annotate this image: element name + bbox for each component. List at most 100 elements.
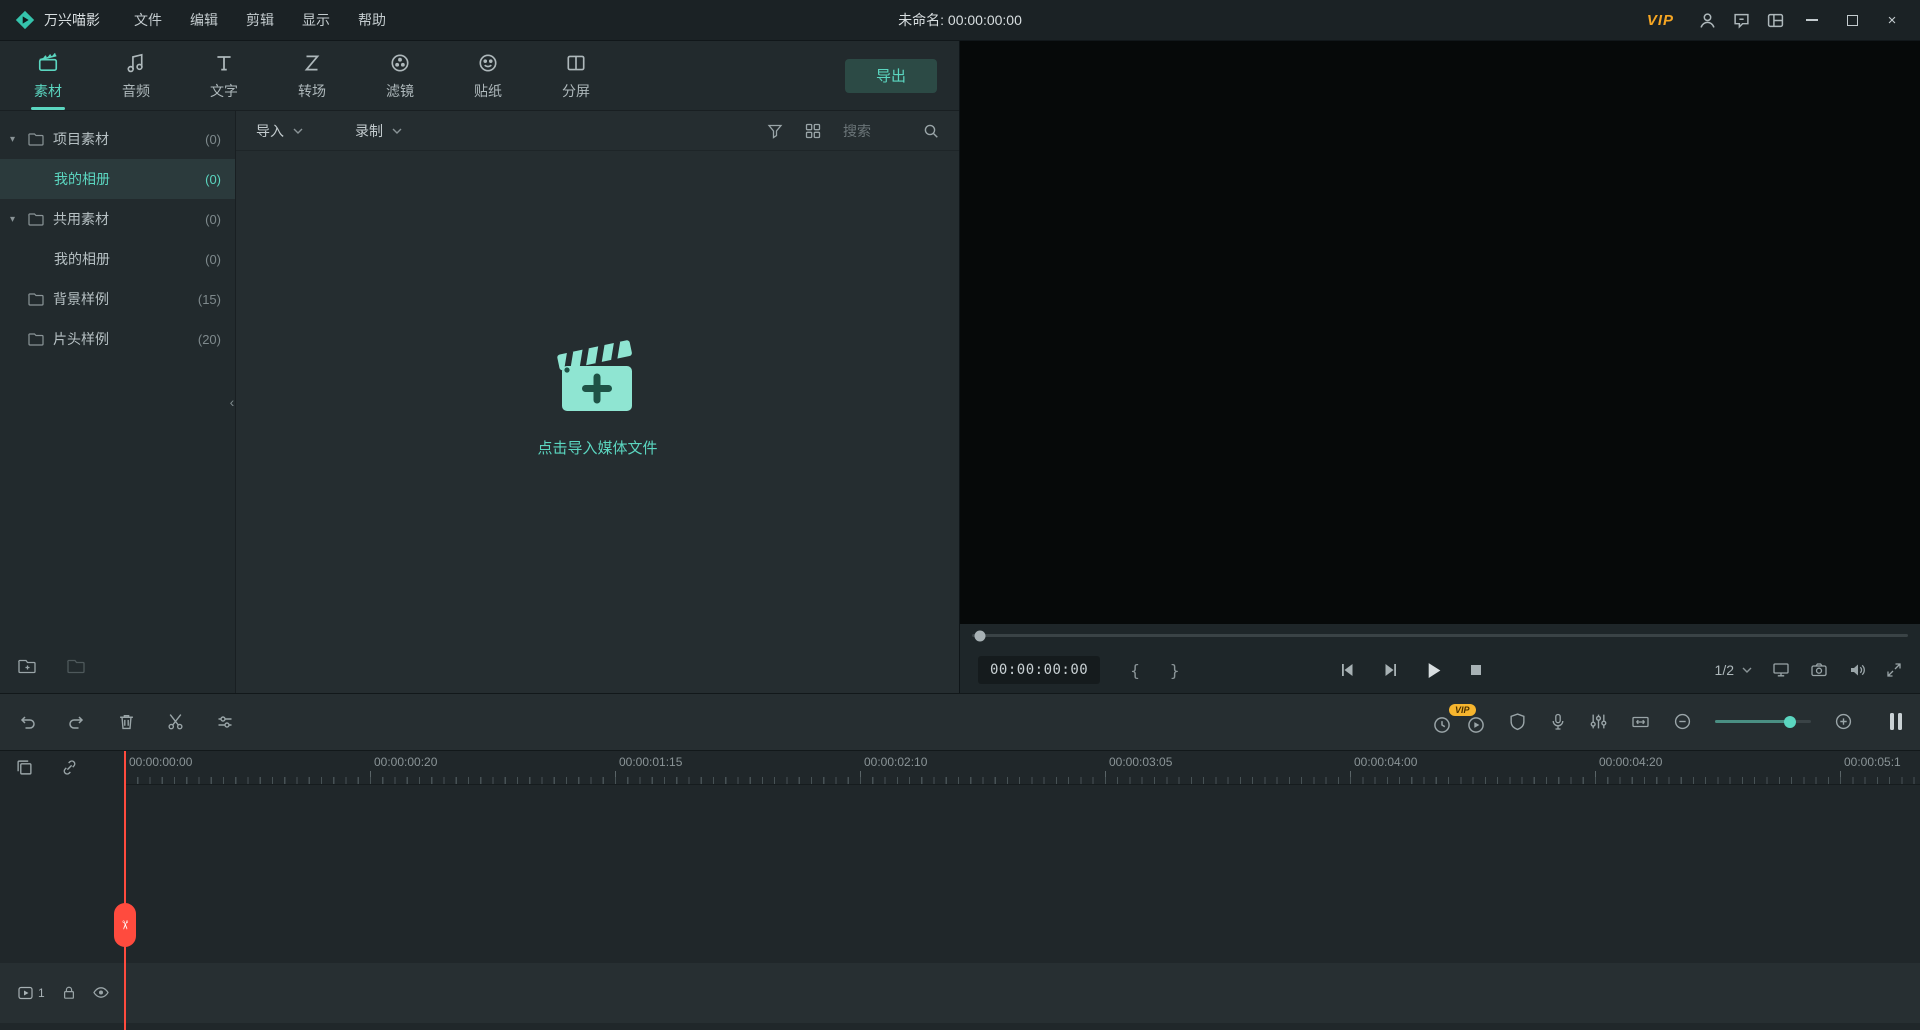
display-device-button[interactable] [1772, 662, 1790, 678]
titlebar: 万兴喵影 文件 编辑 剪辑 显示 帮助 未命名: 00:00:00:00 VIP [0, 0, 1920, 41]
menu-edit[interactable]: 编辑 [176, 0, 232, 40]
tab-transition[interactable]: 转场 [268, 41, 356, 110]
tab-label: 分屏 [562, 81, 590, 101]
library-sidebar: ▾ 项目素材 (0) 我的相册 (0) ▾ [0, 111, 236, 693]
item-count: (0) [205, 212, 221, 227]
music-note-icon [125, 51, 147, 75]
close-button[interactable]: × [1872, 0, 1912, 40]
menu-help[interactable]: 帮助 [344, 0, 400, 40]
feedback-button[interactable] [1724, 0, 1758, 40]
sidebar-item-my-album[interactable]: 我的相册 (0) [0, 159, 235, 199]
sidebar-item-label: 片头样例 [53, 329, 198, 349]
fullscreen-button[interactable] [1886, 662, 1902, 678]
menu-clip[interactable]: 剪辑 [232, 0, 288, 40]
lens-icon [389, 51, 411, 75]
mark-in-button[interactable]: { [1130, 661, 1140, 680]
collapse-panel-button[interactable]: ‹ [227, 394, 237, 410]
search-input[interactable] [843, 123, 915, 139]
sidebar-item-background-samples[interactable]: 背景样例 (15) [0, 279, 235, 319]
microphone-icon [1550, 713, 1566, 731]
seek-handle[interactable] [975, 630, 986, 641]
caret-down-icon[interactable]: ▾ [10, 134, 28, 145]
filter-button[interactable] [767, 123, 783, 139]
library-content: ▾ 项目素材 (0) 我的相册 (0) ▾ [0, 111, 959, 693]
lock-track-button[interactable] [62, 985, 76, 1000]
minus-circle-icon [1674, 713, 1691, 730]
trash-icon [118, 713, 135, 730]
export-button[interactable]: 导出 [845, 59, 937, 93]
tab-filter[interactable]: 滤镜 [356, 41, 444, 110]
link-clips-button[interactable] [61, 759, 78, 776]
tab-splitscreen[interactable]: 分屏 [532, 41, 620, 110]
video-track-lane[interactable] [125, 963, 1920, 1023]
tab-media[interactable]: 素材 [4, 41, 92, 110]
seek-bar[interactable] [972, 634, 1908, 637]
tab-text[interactable]: 文字 [180, 41, 268, 110]
circle-play-icon [1467, 716, 1485, 734]
timeline-ruler[interactable]: 00:00:00:00 00:00:00:20 00:00:01:15 00:0… [125, 751, 1920, 785]
zoom-slider-fill [1715, 720, 1790, 723]
effects-shield-button[interactable] [1509, 713, 1526, 731]
ruler-label: 00:00:05:1 [1844, 755, 1901, 769]
new-folder-button[interactable] [18, 658, 37, 674]
import-media-dropzone[interactable]: 点击导入媒体文件 [236, 151, 959, 693]
user-icon [1699, 12, 1716, 29]
play-button[interactable] [1426, 662, 1442, 679]
record-voiceover-button[interactable] [1550, 713, 1566, 731]
tab-sticker[interactable]: 贴纸 [444, 41, 532, 110]
vip-badge[interactable]: VIP [1647, 12, 1674, 29]
zoom-slider[interactable] [1715, 720, 1811, 723]
delete-button[interactable] [118, 713, 135, 730]
chevron-down-icon [293, 128, 303, 134]
step-back-button[interactable] [1340, 663, 1355, 677]
plus-circle-icon [1835, 713, 1852, 730]
zoom-out-button[interactable] [1674, 713, 1691, 730]
item-count: (20) [198, 332, 221, 347]
folder-icon [28, 292, 44, 306]
zoom-slider-handle[interactable] [1784, 716, 1796, 728]
step-forward-button[interactable] [1383, 663, 1398, 677]
properties-button[interactable] [216, 714, 234, 730]
zoom-in-button[interactable] [1835, 713, 1852, 730]
sidebar-item-my-album-shared[interactable]: 我的相册 (0) [0, 239, 235, 279]
import-dropdown[interactable]: 导入 [256, 121, 303, 141]
stop-button[interactable] [1470, 664, 1482, 676]
workspace-layout-button[interactable] [1758, 0, 1792, 40]
render-group: VIP [1433, 710, 1485, 734]
auto-play-render-button[interactable] [1467, 716, 1485, 734]
caret-down-icon[interactable]: ▾ [10, 214, 28, 225]
record-dropdown[interactable]: 录制 [355, 121, 402, 141]
audio-mixer-button[interactable] [1590, 713, 1607, 730]
sidebar-item-project-media[interactable]: ▾ 项目素材 (0) [0, 119, 235, 159]
playhead-grip[interactable]: ✂ [114, 903, 136, 947]
render-preview-button[interactable] [1433, 716, 1451, 734]
search-icon[interactable] [923, 123, 939, 139]
add-to-timeline-button[interactable] [16, 759, 33, 776]
view-grid-button[interactable] [805, 123, 821, 139]
redo-button[interactable] [68, 713, 86, 730]
maximize-button[interactable] [1832, 0, 1872, 40]
delete-folder-button[interactable] [67, 658, 86, 674]
video-preview[interactable] [960, 41, 1920, 624]
ruler-label: 00:00:04:00 [1354, 755, 1417, 769]
toggle-track-visibility-button[interactable] [93, 986, 109, 999]
undo-button[interactable] [18, 713, 36, 730]
mute-button[interactable] [1848, 662, 1866, 678]
mark-out-button[interactable]: } [1170, 661, 1180, 680]
import-label: 导入 [256, 121, 284, 141]
menu-file[interactable]: 文件 [120, 0, 176, 40]
preview-quality-select[interactable]: 1/2 [1715, 662, 1752, 678]
fit-timeline-button[interactable] [1631, 714, 1650, 730]
account-button[interactable] [1690, 0, 1724, 40]
chevron-down-icon [1742, 667, 1752, 673]
sidebar-item-intro-samples[interactable]: 片头样例 (20) [0, 319, 235, 359]
tab-audio[interactable]: 音频 [92, 41, 180, 110]
playhead[interactable] [124, 751, 126, 1030]
track-manager-button[interactable] [1890, 713, 1902, 730]
snapshot-button[interactable] [1810, 662, 1828, 678]
split-button[interactable] [167, 713, 184, 730]
menu-view[interactable]: 显示 [288, 0, 344, 40]
minimize-button[interactable] [1792, 0, 1832, 40]
sidebar-item-shared-media[interactable]: ▾ 共用素材 (0) [0, 199, 235, 239]
tab-label: 素材 [34, 81, 62, 101]
